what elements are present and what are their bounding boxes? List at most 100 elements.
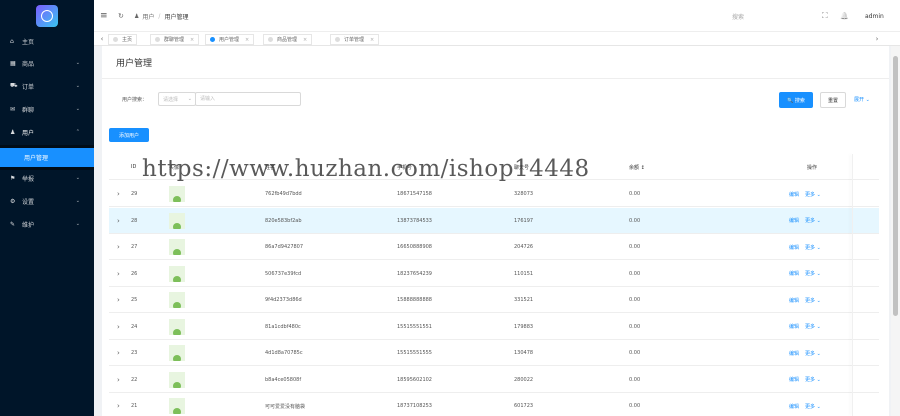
user-menu[interactable]: admin: [865, 0, 884, 32]
header-balance[interactable]: 余额 ↕: [629, 154, 645, 180]
edit-link[interactable]: 编辑: [789, 244, 799, 251]
edit-link[interactable]: 编辑: [789, 191, 799, 198]
cell-account: 176197: [514, 217, 534, 224]
expand-row-icon[interactable]: ›: [117, 181, 120, 207]
sidebar-item-6[interactable]: ⚙ 设置 ⌄: [0, 191, 94, 211]
tab-2[interactable]: 用户管理 ×: [205, 34, 255, 45]
avatar-image: [169, 265, 185, 282]
close-icon[interactable]: ×: [190, 37, 194, 43]
table-row[interactable]: › 26 506737e39fcd 18237654239 110151 0.00 编辑 更多…: [109, 261, 879, 287]
edit-link[interactable]: 编辑: [789, 217, 799, 224]
reset-button[interactable]: 重置: [820, 92, 846, 108]
chevron-icon: ⌃: [75, 129, 80, 135]
cell-account: 601723: [514, 403, 534, 409]
table-row[interactable]: › 22 b8a4ce05808f 18595602102 280022 0.00 编辑 更多…: [109, 367, 879, 393]
page-scrollbar[interactable]: [891, 46, 900, 416]
app-logo[interactable]: [36, 5, 58, 27]
avatar[interactable]: [169, 314, 185, 340]
edit-link[interactable]: 编辑: [789, 297, 799, 304]
avatar[interactable]: [169, 367, 185, 393]
edit-link[interactable]: 编辑: [789, 270, 799, 277]
sidebar-item-4[interactable]: ♟ 用户 ⌃: [0, 122, 94, 142]
sidebar-item-3[interactable]: ✉ 群聊 ⌄: [0, 99, 94, 119]
settings-icon: ⚙: [10, 197, 16, 205]
search-button[interactable]: 🔍 搜索: [779, 92, 813, 108]
cell-id: 24: [131, 323, 138, 330]
more-dropdown[interactable]: 更多 ⌄: [805, 270, 821, 277]
breadcrumb-parent[interactable]: 用户: [142, 12, 154, 21]
scrollbar-thumb[interactable]: [893, 56, 898, 316]
more-dropdown[interactable]: 更多 ⌄: [805, 403, 821, 410]
tab-prev-icon[interactable]: ‹: [96, 32, 108, 46]
more-dropdown[interactable]: 更多 ⌄: [805, 350, 821, 357]
sidebar-item-0[interactable]: ⌂ 主页: [0, 31, 94, 51]
tab-label: 订单管理: [344, 37, 365, 43]
avatar[interactable]: [169, 261, 185, 287]
more-dropdown[interactable]: 更多 ⌄: [805, 297, 821, 304]
more-dropdown[interactable]: 更多 ⌄: [805, 376, 821, 383]
menu-toggle-icon[interactable]: ≡: [100, 0, 108, 32]
cell-phone: 18237654239: [397, 270, 432, 277]
avatar[interactable]: [169, 287, 185, 313]
avatar[interactable]: [169, 340, 185, 366]
fullscreen-icon[interactable]: ⛶: [822, 0, 828, 32]
tab-4[interactable]: 订单管理 ×: [330, 34, 380, 45]
table-row[interactable]: › 24 81a1cdbf480c 15515551551 179883 0.00 编辑 更多…: [109, 314, 879, 340]
home-icon: ⌂: [10, 37, 14, 45]
avatar[interactable]: [169, 208, 185, 234]
sidebar-item-1[interactable]: ▦ 商品 ⌄: [0, 53, 94, 73]
expand-row-icon[interactable]: ›: [117, 287, 120, 313]
table-row[interactable]: › 23 4d1d8a70785c 15515551555 130478 0.00 编辑 更多…: [109, 340, 879, 366]
sidebar-item-2[interactable]: ⛟ 订单 ⌄: [0, 76, 94, 96]
edit-link[interactable]: 编辑: [789, 323, 799, 330]
cell-name: 762fb49d7bdd: [265, 191, 302, 197]
avatar[interactable]: [169, 181, 185, 207]
bell-icon[interactable]: 🔔: [840, 0, 849, 32]
sidebar-subitem-user-management[interactable]: 用户管理: [0, 148, 94, 167]
avatar[interactable]: [169, 393, 185, 416]
expand-row-icon[interactable]: ›: [117, 367, 120, 393]
sidebar-item-7[interactable]: ✎ 维护 ⌄: [0, 214, 94, 234]
refresh-icon[interactable]: ↻: [118, 0, 124, 32]
edit-link[interactable]: 编辑: [789, 403, 799, 410]
cell-account: 130478: [514, 350, 534, 356]
edit-link[interactable]: 编辑: [789, 350, 799, 357]
table-row[interactable]: › 21 可可爱爱没有脑袋 18737108253 601723 0.00 编辑 更多 ⌄: [109, 393, 879, 416]
header-search[interactable]: 搜索: [732, 0, 744, 32]
tab-next-icon[interactable]: ›: [871, 32, 883, 46]
tab-label: 主页: [122, 37, 133, 43]
cell-phone: 15888888888: [397, 297, 432, 303]
tab-0[interactable]: 主页: [108, 34, 138, 45]
add-user-button[interactable]: 添加用户: [109, 128, 149, 142]
search-input[interactable]: [195, 92, 301, 106]
expand-row-icon[interactable]: ›: [117, 208, 120, 234]
search-field-select[interactable]: 请选择 ⌄: [158, 92, 196, 106]
table-row[interactable]: › 29 762fb49d7bdd 18671547158 328073 0.00 编辑 更多…: [109, 181, 879, 207]
close-icon[interactable]: ×: [303, 37, 307, 43]
sidebar-item-label: 主页: [22, 38, 35, 46]
more-dropdown[interactable]: 更多 ⌄: [805, 244, 821, 251]
tab-1[interactable]: 群聊管理 ×: [150, 34, 200, 45]
more-dropdown[interactable]: 更多 ⌄: [805, 217, 821, 224]
expand-row-icon[interactable]: ›: [117, 393, 120, 416]
expand-row-icon[interactable]: ›: [117, 261, 120, 287]
table-row[interactable]: › 28 820e583bf2ab 13873784533 176197 0.00 编辑 更多…: [109, 207, 879, 234]
edit-link[interactable]: 编辑: [789, 376, 799, 383]
close-icon[interactable]: ×: [370, 37, 374, 43]
close-icon[interactable]: ×: [245, 37, 249, 43]
divider: [102, 78, 889, 79]
row-actions: 编辑 更多 ⌄: [789, 367, 827, 393]
avatar[interactable]: [169, 234, 185, 260]
cell-balance: 0.00: [629, 191, 641, 197]
table-row[interactable]: › 27 86a7d9427807 16650888908 204726 0.00 编辑 更多…: [109, 234, 879, 260]
tab-3[interactable]: 商品管理 ×: [263, 34, 313, 45]
expand-link[interactable]: 展开 ⌄: [854, 96, 870, 103]
table-row[interactable]: › 25 9f4d2373d86d 15888888888 331521 0.00 编辑 更多…: [109, 287, 879, 313]
cell-name: b8a4ce05808f: [265, 376, 302, 383]
more-dropdown[interactable]: 更多 ⌄: [805, 191, 821, 198]
expand-row-icon[interactable]: ›: [117, 234, 120, 260]
expand-row-icon[interactable]: ›: [117, 314, 120, 340]
expand-row-icon[interactable]: ›: [117, 340, 120, 366]
more-dropdown[interactable]: 更多 ⌄: [805, 323, 821, 330]
sidebar-item-5[interactable]: ⚑ 举报 ⌄: [0, 168, 94, 188]
